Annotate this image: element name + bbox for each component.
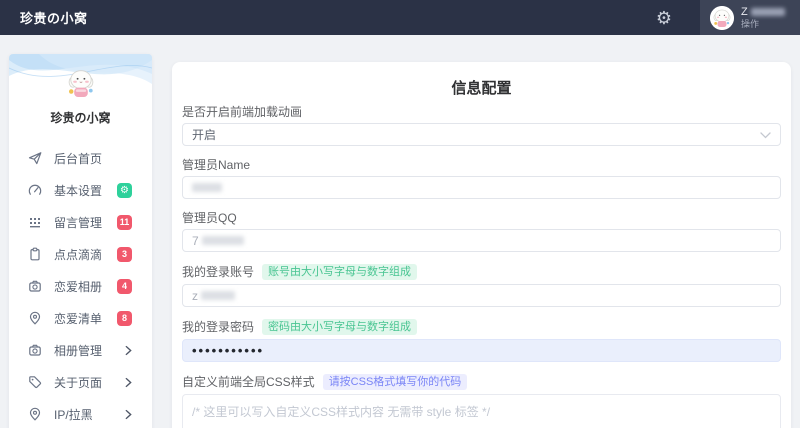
admin-name-input[interactable] — [182, 176, 781, 199]
account-hint-tag: 账号由大小写字母与数字组成 — [262, 264, 417, 280]
sidebar-item-moments[interactable]: 点点滴滴 3 — [9, 238, 152, 270]
sidebar-item-about-page[interactable]: 关于页面 — [9, 366, 152, 398]
info-config-panel: 信息配置 是否开启前端加载动画 开启 管理员Name 管理员QQ 7 — [172, 62, 791, 428]
password-dots: ••••••••••• — [192, 343, 264, 358]
sidebar-item-label: 点点滴滴 — [54, 246, 102, 263]
sidebar-item-label: 相册管理 — [54, 342, 102, 359]
tag-icon — [28, 375, 42, 389]
select-value: 开启 — [192, 126, 216, 143]
pin-icon — [28, 407, 42, 421]
redacted-value — [192, 183, 222, 192]
value-prefix: 7 — [192, 234, 199, 248]
sidebar: 珍贵の小窝 后台首页 基本设置 ⚙ — [9, 54, 152, 428]
topbar: 珍贵の小窝 ⚙ — [0, 0, 800, 35]
admin-qq-input[interactable]: 7 — [182, 229, 781, 252]
clipboard-icon — [28, 247, 42, 261]
field-login-account: 我的登录账号 账号由大小写字母与数字组成 z — [182, 264, 781, 307]
sidebar-item-messages[interactable]: 留言管理 11 — [9, 206, 152, 238]
loader-animation-select[interactable]: 开启 — [182, 123, 781, 146]
chevron-down-icon — [760, 128, 771, 142]
sidebar-menu: 后台首页 基本设置 ⚙ 留言管理 11 — [9, 142, 152, 428]
topbar-right: ⚙ — [656, 0, 800, 35]
sidebar-item-love-list[interactable]: 恋爱清单 8 — [9, 302, 152, 334]
sidebar-item-label: 关于页面 — [54, 374, 102, 391]
paper-plane-icon — [28, 151, 42, 165]
password-hint-tag: 密码由大小写字母与数字组成 — [262, 319, 417, 335]
sidebar-item-label: 留言管理 — [54, 214, 102, 231]
redacted-username — [751, 8, 785, 16]
css-hint-tag: 请按CSS格式填写你的代码 — [323, 374, 468, 390]
site-name: 珍贵の小窝 — [9, 109, 152, 126]
site-avatar[interactable] — [64, 66, 98, 100]
sidebar-item-ip-blacklist[interactable]: IP/拉黑 — [9, 398, 152, 428]
app-title: 珍贵の小窝 — [0, 8, 88, 27]
sidebar-item-label: IP/拉黑 — [54, 406, 93, 423]
page-title: 信息配置 — [182, 79, 781, 99]
count-badge: 8 — [117, 311, 132, 326]
gauge-icon — [28, 183, 42, 197]
field-label: 是否开启前端加载动画 — [182, 105, 302, 119]
login-account-input[interactable]: z — [182, 284, 781, 307]
app-viewport: 珍贵の小窝 ⚙ — [0, 0, 800, 428]
redacted-value — [201, 291, 235, 300]
login-password-input[interactable]: ••••••••••• — [182, 339, 781, 362]
sidebar-item-label: 后台首页 — [54, 150, 102, 167]
field-label: 自定义前端全局CSS样式 — [182, 375, 315, 389]
camera-icon — [28, 343, 42, 357]
sidebar-item-dashboard[interactable]: 后台首页 — [9, 142, 152, 174]
field-label: 管理员Name — [182, 158, 250, 172]
chevron-right-icon — [125, 409, 132, 420]
grid-icon — [28, 215, 42, 229]
sidebar-item-label: 基本设置 — [54, 182, 102, 199]
field-admin-name: 管理员Name — [182, 158, 781, 199]
pin-icon — [28, 311, 42, 325]
sidebar-item-love-album[interactable]: 恋爱相册 4 — [9, 270, 152, 302]
redacted-value — [202, 236, 244, 245]
sidebar-item-album-manage[interactable]: 相册管理 — [9, 334, 152, 366]
field-label: 我的登录密码 — [182, 320, 254, 334]
sidebar-item-label: 恋爱清单 — [54, 310, 102, 327]
user-menu[interactable]: Z 操作 — [700, 0, 800, 35]
field-loader-animation: 是否开启前端加载动画 开启 — [182, 105, 781, 146]
chevron-right-icon — [125, 345, 132, 356]
custom-css-textarea[interactable] — [182, 394, 781, 428]
camera-icon — [28, 279, 42, 293]
field-login-password: 我的登录密码 密码由大小写字母与数字组成 ••••••••••• — [182, 319, 781, 362]
settings-badge: ⚙ — [117, 183, 132, 198]
field-label: 管理员QQ — [182, 211, 237, 225]
user-name: Z — [741, 6, 785, 19]
value-prefix: z — [192, 289, 198, 303]
user-meta: Z 操作 — [741, 6, 785, 30]
avatar-illustration — [710, 6, 734, 30]
sidebar-item-basic-settings[interactable]: 基本设置 ⚙ — [9, 174, 152, 206]
field-admin-qq: 管理员QQ 7 — [182, 211, 781, 252]
count-badge: 4 — [117, 279, 132, 294]
avatar[interactable] — [710, 6, 734, 30]
field-custom-css: 自定义前端全局CSS样式 请按CSS格式填写你的代码 — [182, 374, 781, 428]
gear-icon[interactable]: ⚙ — [656, 9, 672, 27]
user-subtitle: 操作 — [741, 19, 785, 29]
field-label: 我的登录账号 — [182, 265, 254, 279]
count-badge: 11 — [117, 215, 132, 230]
chevron-right-icon — [125, 377, 132, 388]
count-badge: 3 — [117, 247, 132, 262]
sidebar-item-label: 恋爱相册 — [54, 278, 102, 295]
